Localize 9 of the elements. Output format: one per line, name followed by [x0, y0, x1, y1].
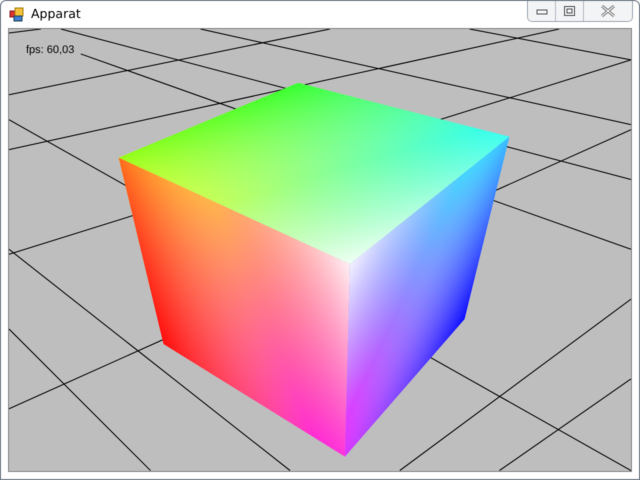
- close-button[interactable]: [584, 1, 632, 21]
- app-icon: [9, 6, 25, 23]
- close-icon: [601, 5, 615, 17]
- maximize-icon: [564, 6, 575, 16]
- fps-counter: fps: 60,03: [26, 43, 74, 58]
- window-title: Apparat: [31, 5, 81, 24]
- minimize-button[interactable]: [528, 1, 556, 21]
- maximize-button[interactable]: [556, 1, 584, 21]
- minimize-icon: [536, 7, 548, 15]
